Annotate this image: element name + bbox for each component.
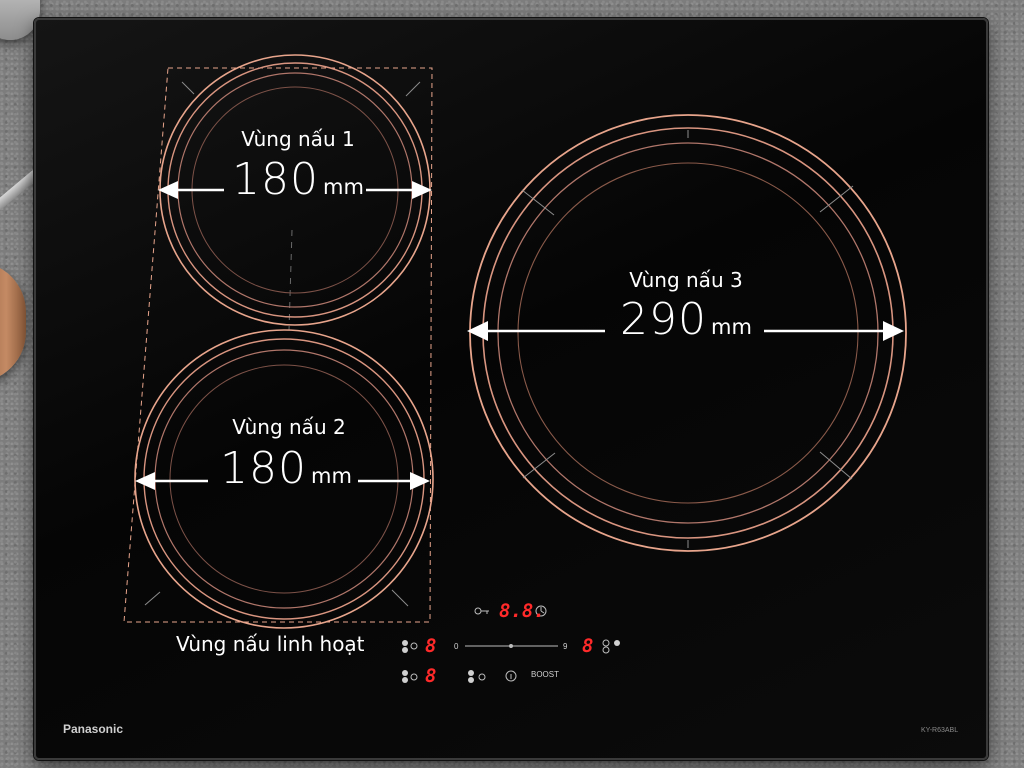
info-icon	[505, 670, 517, 682]
zone-2-title: Vùng nấu 2	[232, 415, 346, 439]
zone-2-size: 180 mm	[186, 443, 386, 494]
model-number: KY-R63ABL	[921, 727, 959, 734]
zone-3-size: 290 mm	[586, 294, 786, 345]
slider-min-label: 0	[454, 642, 459, 651]
timer-display: 8.8.	[499, 600, 545, 622]
brand-logo: Panasonic	[63, 722, 124, 736]
zone-1-size: 180 mm	[198, 154, 398, 205]
left-bottom-level-display: 8	[425, 665, 437, 687]
slider-max-label: 9	[563, 642, 568, 651]
key-lock-icon	[474, 607, 489, 615]
zone-1-size-unit: mm	[323, 175, 364, 199]
zone-select-icon-right	[602, 639, 620, 654]
zone-1-size-value: 180	[232, 154, 320, 205]
right-level-display: 8	[582, 635, 594, 657]
zone-2-size-value: 180	[220, 443, 308, 494]
zone-select-icon-left-bottom	[402, 670, 418, 683]
zone-2-size-unit: mm	[311, 464, 352, 488]
zone-1-title: Vùng nấu 1	[241, 127, 355, 151]
zone-3-title: Vùng nấu 3	[629, 268, 743, 292]
left-top-level-display: 8	[425, 635, 437, 657]
flex-zone-divider	[288, 229, 293, 331]
zone-3-size-value: 290	[620, 294, 708, 345]
boost-button[interactable]: BOOST	[531, 670, 559, 679]
flex-zone-label: Vùng nấu linh hoạt	[176, 632, 365, 656]
zone-3-size-unit: mm	[711, 315, 752, 339]
zone-select-icon-left-top	[402, 640, 418, 653]
zone-select-icon-middle	[468, 670, 486, 683]
hob-drawing	[123, 54, 907, 683]
